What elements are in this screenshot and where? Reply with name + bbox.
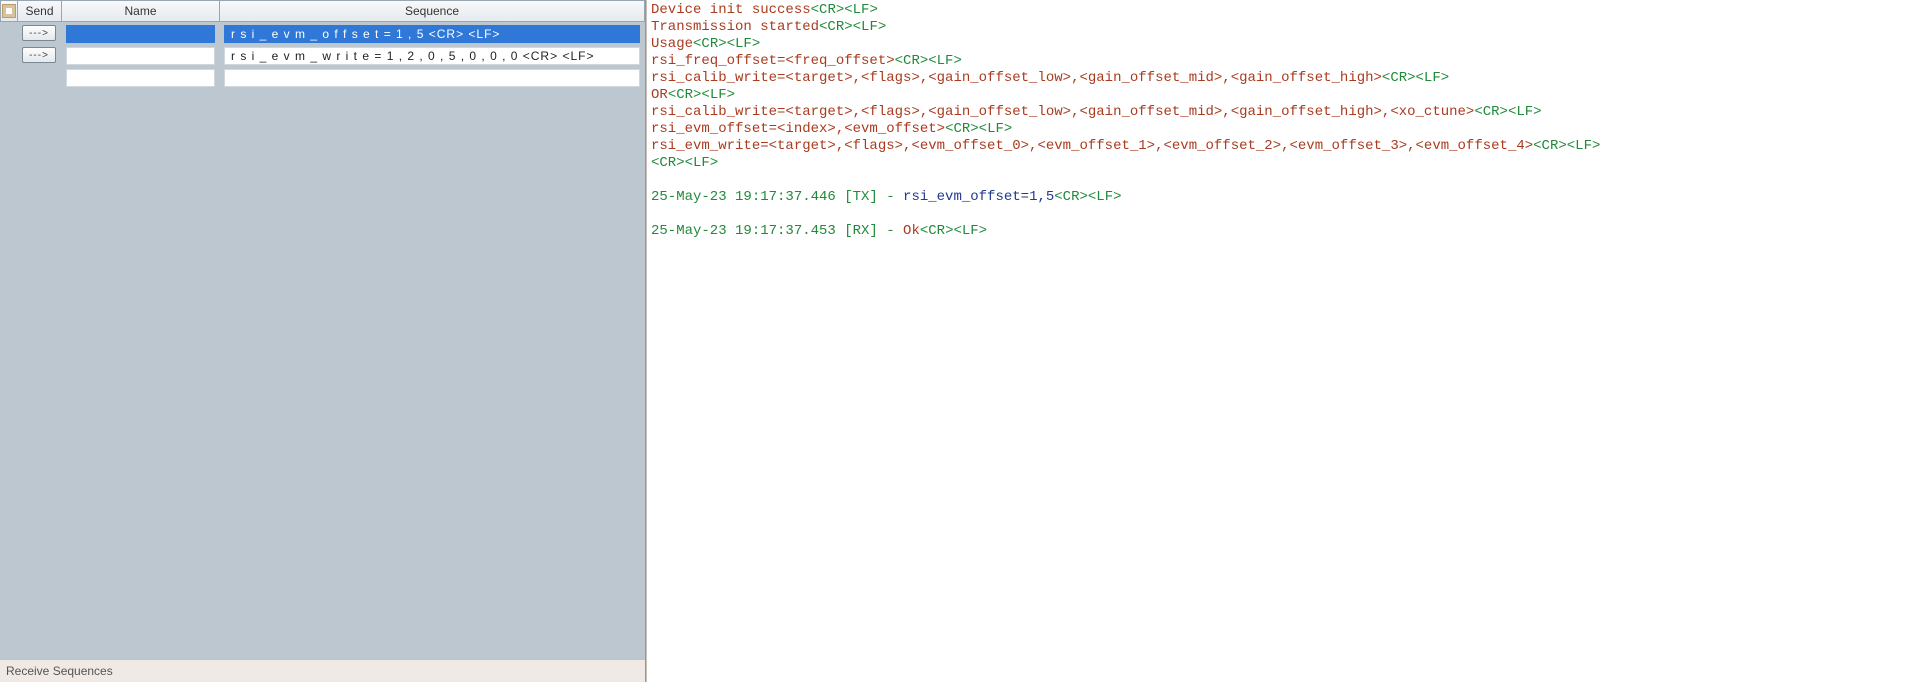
receive-sequences-label: Receive Sequences xyxy=(0,659,645,682)
terminal-text: Device init success<CR><LF>Transmission … xyxy=(651,2,1910,240)
table-row[interactable] xyxy=(0,66,645,88)
sequence-input[interactable]: r s i _ e v m _ w r i t e = 1 , 2 , 0 , … xyxy=(224,47,640,65)
name-input[interactable] xyxy=(66,47,215,65)
row-gutter xyxy=(0,22,18,44)
row-gutter xyxy=(0,44,18,66)
sequence-table-header: Send Name Sequence xyxy=(0,0,645,22)
table-row[interactable]: ---> r s i _ e v m _ w r i t e = 1 , 2 , … xyxy=(0,44,645,66)
sequence-input[interactable]: r s i _ e v m _ o f f s e t = 1 , 5 <CR>… xyxy=(224,25,640,43)
header-icon-cell xyxy=(0,0,18,22)
header-sequence: Sequence xyxy=(220,0,645,22)
row-name-cell[interactable] xyxy=(62,44,220,66)
row-sequence-cell[interactable] xyxy=(220,66,645,88)
row-name-cell[interactable] xyxy=(62,22,220,44)
send-button[interactable]: ---> xyxy=(22,25,56,41)
row-name-cell[interactable] xyxy=(62,66,220,88)
header-name: Name xyxy=(62,0,220,22)
row-sequence-cell[interactable]: r s i _ e v m _ w r i t e = 1 , 2 , 0 , … xyxy=(220,44,645,66)
header-send: Send xyxy=(18,0,62,22)
name-input[interactable] xyxy=(66,25,215,43)
terminal-output-panel[interactable]: Device init success<CR><LF>Transmission … xyxy=(646,0,1914,682)
row-gutter xyxy=(0,66,18,88)
sequence-table-body: ---> r s i _ e v m _ o f f s e t = 1 , 5 … xyxy=(0,22,645,88)
row-send-cell: ---> xyxy=(18,44,62,66)
send-button[interactable]: ---> xyxy=(22,47,56,63)
name-input[interactable] xyxy=(66,69,215,87)
send-sequences-panel: Send Name Sequence ---> r s i _ e v m _ o… xyxy=(0,0,646,682)
table-row[interactable]: ---> r s i _ e v m _ o f f s e t = 1 , 5 … xyxy=(0,22,645,44)
row-send-cell xyxy=(18,66,62,88)
sequence-input[interactable] xyxy=(224,69,640,87)
panel-icon xyxy=(2,4,16,18)
row-sequence-cell[interactable]: r s i _ e v m _ o f f s e t = 1 , 5 <CR>… xyxy=(220,22,645,44)
row-send-cell: ---> xyxy=(18,22,62,44)
